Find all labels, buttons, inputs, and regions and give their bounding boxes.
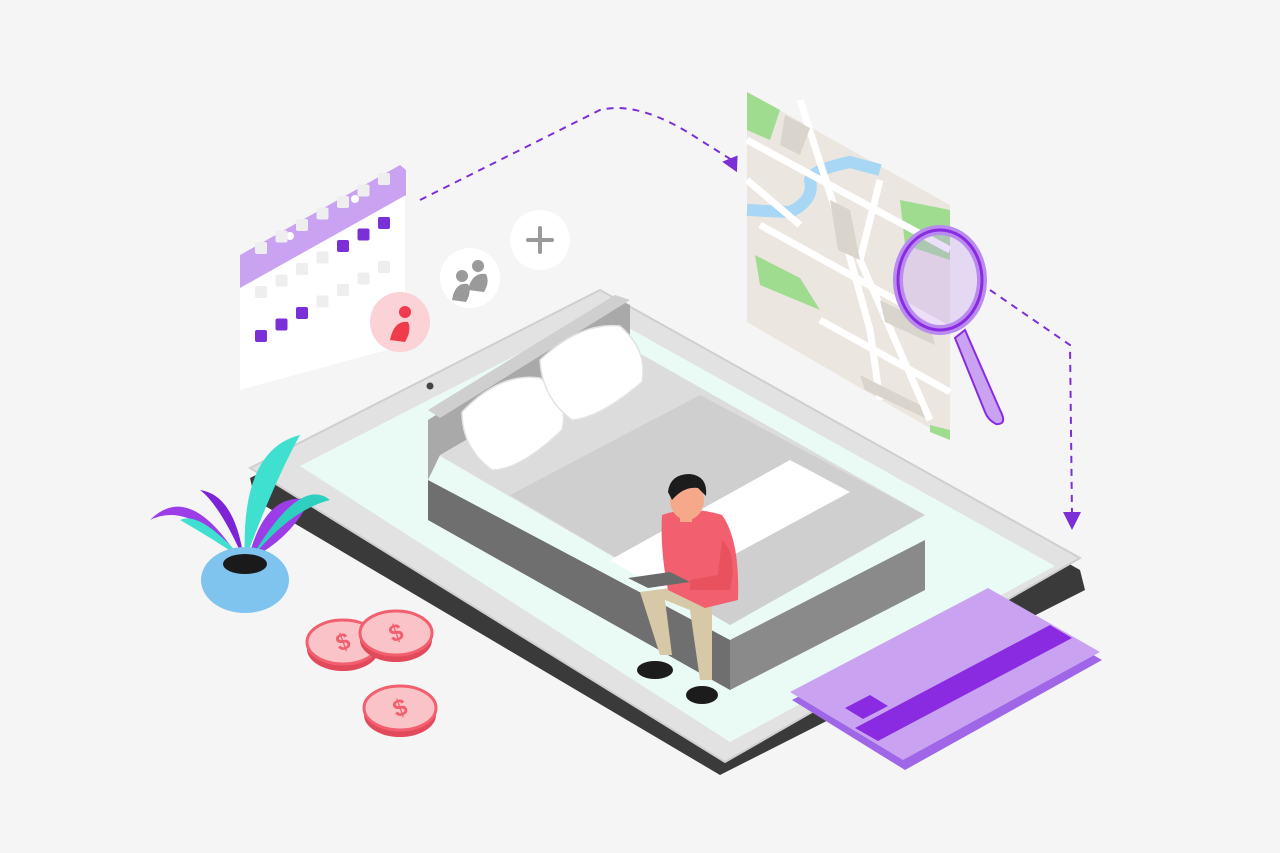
person-shoe-left xyxy=(637,661,673,679)
calendar-day-cell xyxy=(275,318,288,331)
person-neck xyxy=(680,514,692,522)
coins: $ $$ xyxy=(305,609,438,737)
calendar-day-cell xyxy=(316,207,329,220)
coin: $ xyxy=(362,684,438,737)
calendar-day-cell xyxy=(357,184,370,197)
magnifier-handle xyxy=(953,328,1005,426)
calendar-day-cell xyxy=(357,228,370,241)
person-icon-bg xyxy=(370,292,430,352)
group-icon-bg xyxy=(440,248,500,308)
illustration-svg: $ $$ xyxy=(150,92,1102,775)
calendar-day-cell xyxy=(337,196,349,208)
calendar-day-cell xyxy=(296,219,308,231)
calendar-day-cell xyxy=(296,263,308,275)
coin: $ xyxy=(358,609,434,662)
calendar-day-cell xyxy=(275,274,288,287)
calendar-day-cell xyxy=(378,261,390,273)
calendar-day-cell xyxy=(316,251,329,264)
flow-arrow-calendar-to-map xyxy=(419,107,736,201)
calendar-day-cell xyxy=(378,217,390,229)
calendar-day-cell xyxy=(357,272,370,285)
calendar-day-cell xyxy=(255,286,267,298)
calendar-day-cell xyxy=(255,242,267,254)
illustration-canvas: $ $ $ xyxy=(0,0,1280,853)
flow-arrow-map-to-card xyxy=(989,289,1073,516)
plant-soil xyxy=(223,554,267,574)
calendar-day-cell xyxy=(275,230,288,243)
arrowhead-map xyxy=(722,155,738,173)
calendar-ring-right xyxy=(351,195,359,203)
arrowhead-card xyxy=(1063,512,1081,530)
person-shoe-right xyxy=(686,686,718,704)
calendar-day-cell xyxy=(337,284,349,296)
calendar-day-cell xyxy=(316,295,329,308)
calendar-day-cell xyxy=(378,173,390,185)
calendar-day-cell xyxy=(255,330,267,342)
calendar-day-cell xyxy=(337,240,349,252)
tablet-camera xyxy=(426,382,434,390)
calendar-day-cell xyxy=(296,307,308,319)
calendar-card xyxy=(240,165,406,390)
